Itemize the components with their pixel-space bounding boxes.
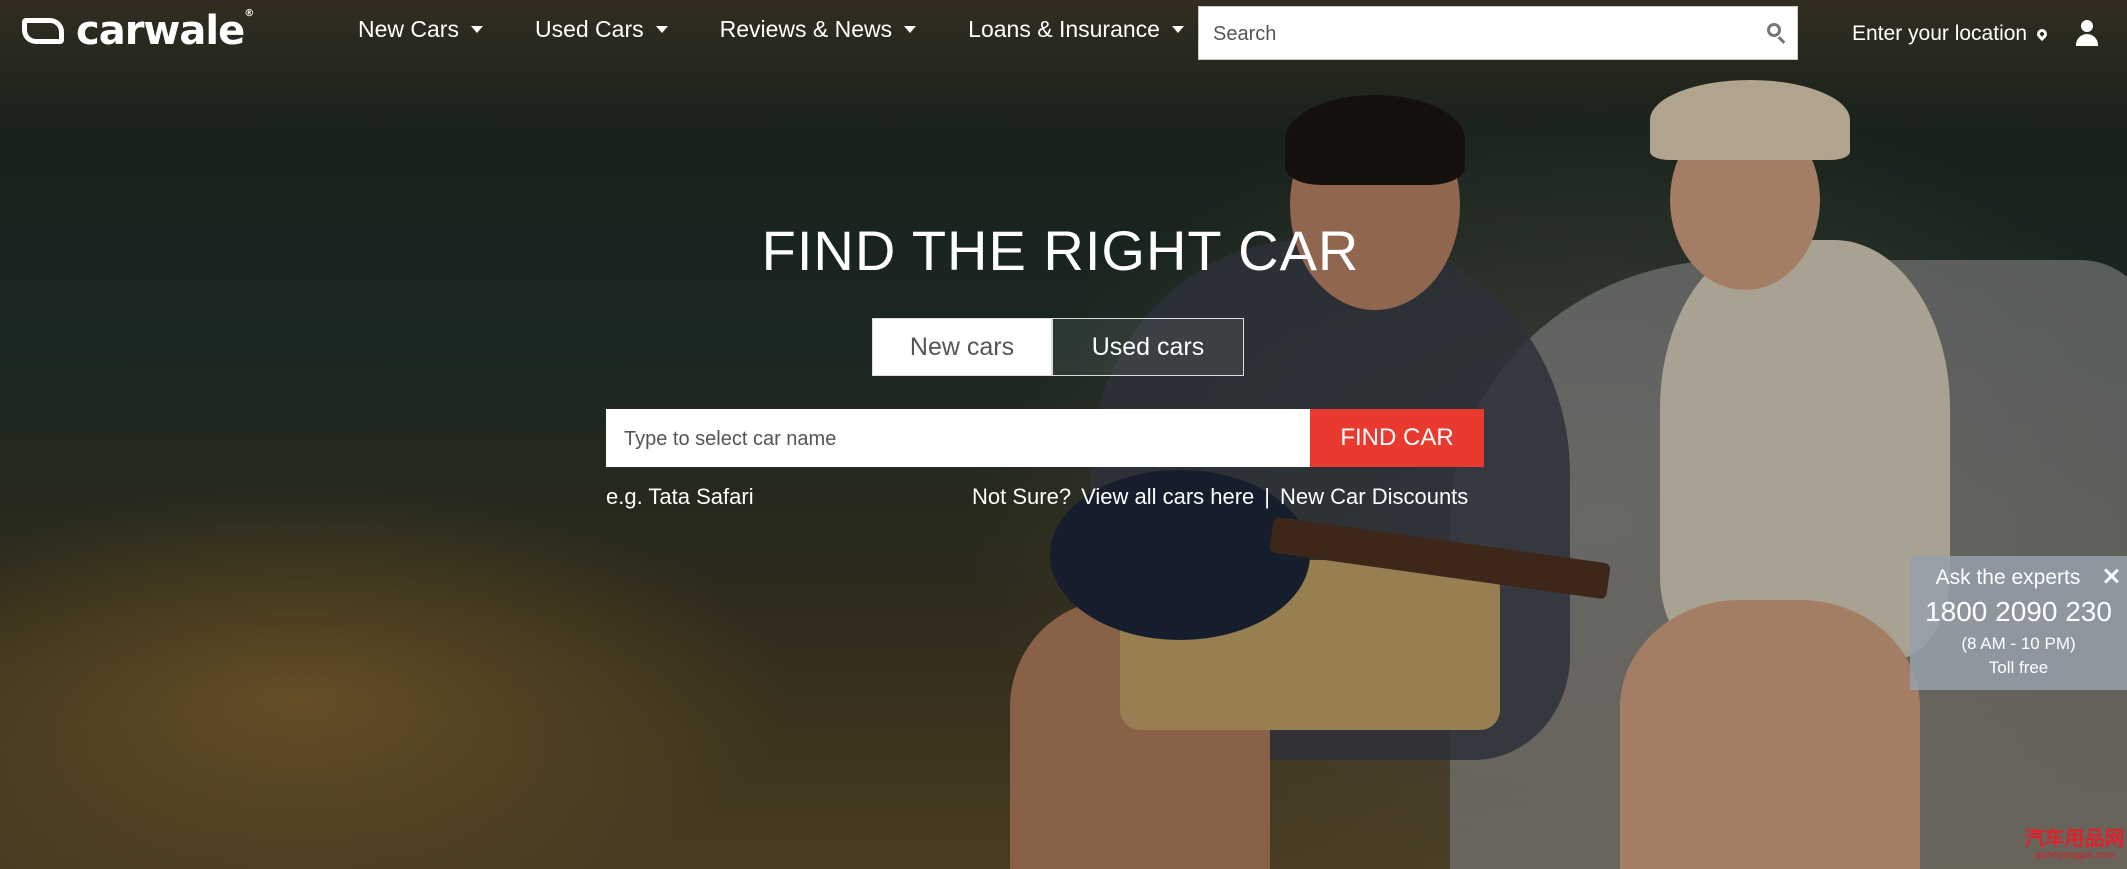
page-title: FIND THE RIGHT CAR [761, 219, 1360, 282]
tab-new-cars[interactable]: New cars [872, 318, 1052, 376]
not-sure-text: Not Sure? [972, 484, 1072, 509]
car-search-box [606, 409, 1310, 467]
location-pin-icon [2035, 26, 2050, 42]
example-text: e.g. Tata Safari [606, 484, 754, 509]
carwale-logo-icon [22, 16, 68, 46]
car-name-input[interactable] [622, 421, 1296, 457]
nav-label: Loans & Insurance [968, 16, 1160, 42]
caret-down-icon [1171, 26, 1184, 33]
experts-hours: (8 AM - 10 PM) [1961, 634, 2076, 653]
experts-title: Ask the experts [1935, 566, 2081, 589]
nav-new-cars[interactable]: New Cars [358, 16, 483, 43]
nav-used-cars[interactable]: Used Cars [535, 16, 668, 43]
search-icon[interactable] [1767, 23, 1781, 37]
site-header: carwale® New Cars Used Cars Reviews & Ne… [0, 0, 2127, 66]
ask-experts-panel[interactable]: Ask the experts 1800 2090 230 (8 AM - 10… [1910, 556, 2127, 690]
nav-reviews-news[interactable]: Reviews & News [720, 16, 917, 43]
nav-loans-insurance[interactable]: Loans & Insurance [968, 16, 1184, 43]
location-label: Enter your location [1852, 22, 2028, 45]
user-icon[interactable] [2074, 20, 2100, 48]
experts-phone[interactable]: 1800 2090 230 [1910, 596, 2127, 628]
link-separator: | [1264, 484, 1271, 509]
nav-label: Reviews & News [719, 16, 893, 42]
nav-label: New Cars [358, 16, 459, 42]
location-selector[interactable]: Enter your location [1852, 22, 2050, 46]
caret-down-icon [904, 26, 917, 33]
view-all-cars-link[interactable]: View all cars here [1081, 484, 1254, 510]
watermark: 汽车用品网 qicheyongpin.com [2022, 826, 2127, 869]
tab-used-cars[interactable]: Used cars [1052, 318, 1244, 376]
carwale-logo[interactable]: carwale® [22, 8, 254, 54]
watermark-main: 汽车用品网 [2024, 826, 2125, 850]
caret-down-icon [470, 26, 483, 33]
caret-down-icon [655, 26, 668, 33]
experts-toll-free: Toll free [1988, 658, 2049, 677]
main-nav: New Cars Used Cars Reviews & News Loans … [358, 16, 1236, 43]
find-car-button[interactable]: FIND CAR [1310, 409, 1484, 467]
logo-text: carwale® [76, 8, 254, 54]
helper-links: Not Sure? View all cars here | New Car D… [972, 484, 1468, 510]
close-icon[interactable] [2101, 566, 2121, 586]
tab-label: Used cars [1091, 332, 1205, 361]
new-car-discounts-link[interactable]: New Car Discounts [1280, 484, 1468, 510]
watermark-sub: qicheyongpin.com [2034, 850, 2115, 861]
car-type-tabs: New cars Used cars [872, 318, 1244, 376]
search-input[interactable] [1211, 17, 1745, 51]
header-search [1198, 6, 1798, 60]
nav-label: Used Cars [534, 16, 644, 42]
tab-label: New cars [909, 332, 1015, 361]
